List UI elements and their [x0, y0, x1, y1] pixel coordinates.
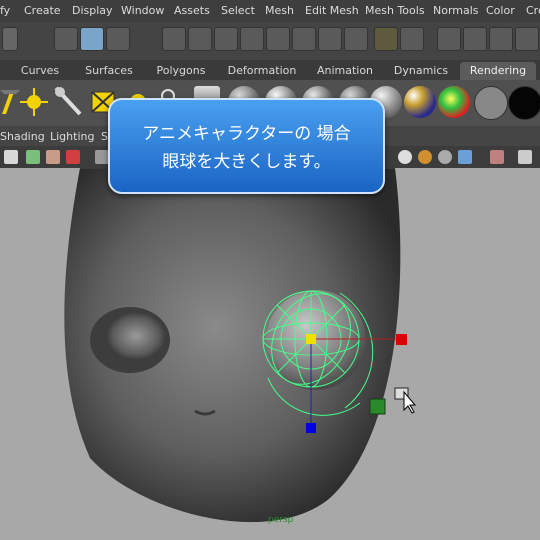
select-tool-icon[interactable] [54, 27, 78, 51]
tab-polygons[interactable]: Polygons [148, 62, 214, 80]
render-icon[interactable] [463, 27, 487, 51]
bookmark-icon[interactable] [46, 150, 60, 164]
tab-curves[interactable]: Curves [10, 62, 70, 80]
tab-animation[interactable]: Animation [310, 62, 380, 80]
snap-live-icon[interactable] [318, 27, 342, 51]
question-icon[interactable] [344, 27, 368, 51]
lock-icon[interactable] [374, 27, 398, 51]
tooltip-bubble: アニメキャラクターの 場合 眼球を大きくします。 [108, 98, 385, 194]
paint-select-icon[interactable] [106, 27, 130, 51]
tab-deformation[interactable]: Deformation [222, 62, 302, 80]
menu-bar: fy Create Display Window Assets Select M… [0, 0, 540, 23]
center-handle[interactable] [306, 334, 316, 344]
select-camera-icon[interactable] [4, 150, 18, 164]
menu-modify[interactable]: fy [0, 4, 10, 17]
snap-plane-icon[interactable] [240, 27, 264, 51]
menu-display[interactable]: Display [72, 4, 113, 17]
ramp-shader-icon[interactable] [404, 86, 436, 118]
history-icon[interactable] [400, 27, 424, 51]
snap-point-icon[interactable] [214, 27, 238, 51]
resolution-gate-icon[interactable] [518, 150, 532, 164]
menu-window[interactable]: Window [121, 4, 164, 17]
menu-assets[interactable]: Assets [174, 4, 210, 17]
panel-menu-lighting[interactable]: Lighting [50, 130, 94, 143]
point-light-icon[interactable] [20, 88, 48, 116]
menu-mesh[interactable]: Mesh [265, 4, 294, 17]
tab-rendering[interactable]: Rendering [460, 62, 536, 80]
camera-label: persp [268, 515, 294, 525]
snap-grid-icon[interactable] [162, 27, 186, 51]
menu-mesh-tools[interactable]: Mesh Tools [365, 4, 425, 17]
menu-normals[interactable]: Normals [433, 4, 479, 17]
ramp-texture-icon[interactable] [438, 86, 470, 118]
snap-surface-icon[interactable] [266, 27, 290, 51]
menu-create[interactable]: Create [24, 4, 61, 17]
camera-attributes-icon[interactable] [26, 150, 40, 164]
spotlight-icon[interactable] [0, 90, 20, 114]
status-toolbar [0, 22, 540, 61]
magnet-icon[interactable] [437, 27, 461, 51]
shelf-tab-bar: Curves Surfaces Polygons Deformation Ani… [0, 60, 540, 80]
viewport-persp[interactable] [0, 168, 540, 540]
tooltip-line-2: 眼球を大きくします。 [162, 152, 331, 172]
ipr-render-icon[interactable] [489, 27, 513, 51]
shadows-icon[interactable] [398, 150, 412, 164]
panel-menu-show[interactable]: S [101, 130, 108, 143]
menu-color[interactable]: Color [486, 4, 515, 17]
image-plane-icon[interactable] [66, 150, 80, 164]
viewport-scene [64, 168, 417, 523]
lasso-icon[interactable] [80, 27, 104, 51]
isolate-icon[interactable] [490, 150, 504, 164]
textured-icon[interactable] [418, 150, 432, 164]
z-axis-handle[interactable] [306, 423, 316, 433]
panel-menu-shading[interactable]: Shading [0, 130, 45, 143]
snap-view-icon[interactable] [292, 27, 316, 51]
wireframe-icon[interactable] [95, 150, 109, 164]
menu-create-more[interactable]: Cre [526, 4, 540, 17]
gray-swatch-icon[interactable] [474, 86, 508, 120]
xray-icon[interactable] [458, 150, 472, 164]
x-axis-handle[interactable] [396, 334, 407, 345]
left-eyelid [106, 312, 166, 360]
snap-curve-icon[interactable] [188, 27, 212, 51]
menu-arrow-icon[interactable] [2, 27, 18, 51]
menu-select[interactable]: Select [221, 4, 255, 17]
tooltip-line-1: アニメキャラクターの 場合 [142, 124, 351, 144]
black-swatch-icon[interactable] [508, 86, 540, 120]
tab-surfaces[interactable]: Surfaces [78, 62, 140, 80]
tab-dynamics[interactable]: Dynamics [388, 62, 454, 80]
lighting-icon[interactable] [438, 150, 452, 164]
directional-light-icon[interactable] [54, 86, 82, 116]
render-settings-icon[interactable] [515, 27, 539, 51]
menu-edit-mesh[interactable]: Edit Mesh [305, 4, 359, 17]
scale-handle[interactable] [369, 398, 386, 415]
cursor-icon [394, 387, 417, 414]
